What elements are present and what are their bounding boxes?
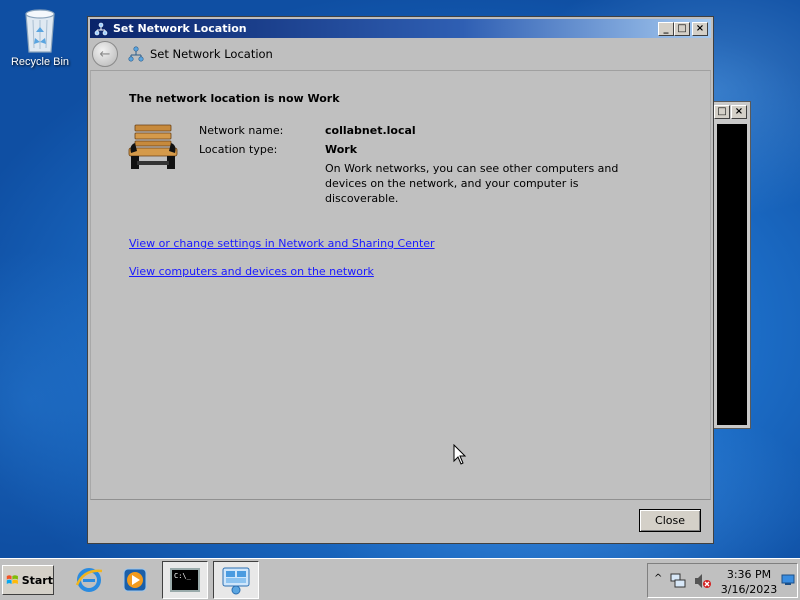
close-window-button[interactable]: ×	[692, 21, 708, 36]
network-name-value: collabnet.local	[325, 124, 416, 137]
location-description: On Work networks, you can see other comp…	[325, 162, 619, 205]
park-bench-icon	[128, 124, 178, 169]
console-maximize-button[interactable]: □	[714, 105, 730, 119]
command-prompt-icon: C:\_	[170, 568, 200, 592]
content-panel: The network location is now Work Network…	[90, 70, 711, 500]
back-arrow-icon: ←	[99, 46, 111, 62]
location-type-value: Work	[325, 143, 358, 156]
navigation-row: ← Set Network Location	[90, 39, 711, 69]
console-body[interactable]	[717, 124, 747, 425]
taskbar-media-player[interactable]	[112, 561, 158, 599]
close-button[interactable]: Close	[639, 509, 701, 532]
network-sharing-center-link[interactable]: View or change settings in Network and S…	[129, 237, 435, 250]
volume-muted-icon[interactable]	[694, 573, 712, 589]
network-name-label: Network name:	[199, 124, 284, 137]
show-hidden-icons-button[interactable]: ^	[654, 573, 662, 584]
network-center-icon	[222, 567, 250, 595]
console-close-button[interactable]: ×	[731, 105, 747, 119]
recycle-bin-label: Recycle Bin	[10, 56, 70, 68]
taskbar-internet-explorer[interactable]	[66, 561, 112, 599]
view-computers-link[interactable]: View computers and devices on the networ…	[129, 265, 374, 278]
recycle-bin-icon	[25, 9, 55, 53]
show-desktop-icon[interactable]	[781, 574, 795, 586]
maximize-button[interactable]: □	[674, 21, 690, 36]
recycle-bin-shortcut[interactable]: Recycle Bin	[4, 6, 76, 68]
set-network-location-window: Set Network Location _ □ × ← Set Network…	[87, 16, 714, 544]
page-heading: The network location is now Work	[129, 92, 340, 105]
nav-title: Set Network Location	[150, 47, 273, 61]
system-tray: ^ 3:36 PM 3/16/2023	[647, 563, 798, 598]
network-icon	[94, 22, 108, 35]
taskbar-command-prompt[interactable]: C:\_	[162, 561, 208, 599]
taskbar: Start C:\_ ^ 3:36 PM 3/16/2023	[0, 558, 800, 600]
title-bar[interactable]: Set Network Location _ □ ×	[90, 19, 711, 38]
location-type-label: Location type:	[199, 143, 278, 156]
network-icon	[128, 46, 144, 62]
console-window[interactable]: □ ×	[713, 101, 751, 429]
back-button[interactable]: ←	[92, 41, 118, 67]
taskbar-network-center[interactable]	[213, 561, 259, 599]
network-status-icon[interactable]	[670, 573, 686, 589]
windows-logo-icon	[6, 575, 18, 584]
minimize-button[interactable]: _	[658, 21, 674, 36]
windows-media-player-icon	[123, 568, 147, 592]
clock-time: 3:36 PM	[726, 568, 772, 581]
start-label: Start	[21, 573, 53, 587]
clock[interactable]: 3:36 PM 3/16/2023	[718, 567, 780, 597]
internet-explorer-icon	[75, 568, 103, 592]
start-button[interactable]: Start	[2, 565, 54, 595]
clock-date: 3/16/2023	[720, 583, 778, 596]
mouse-cursor-icon	[453, 444, 467, 465]
window-title: Set Network Location	[113, 22, 247, 35]
